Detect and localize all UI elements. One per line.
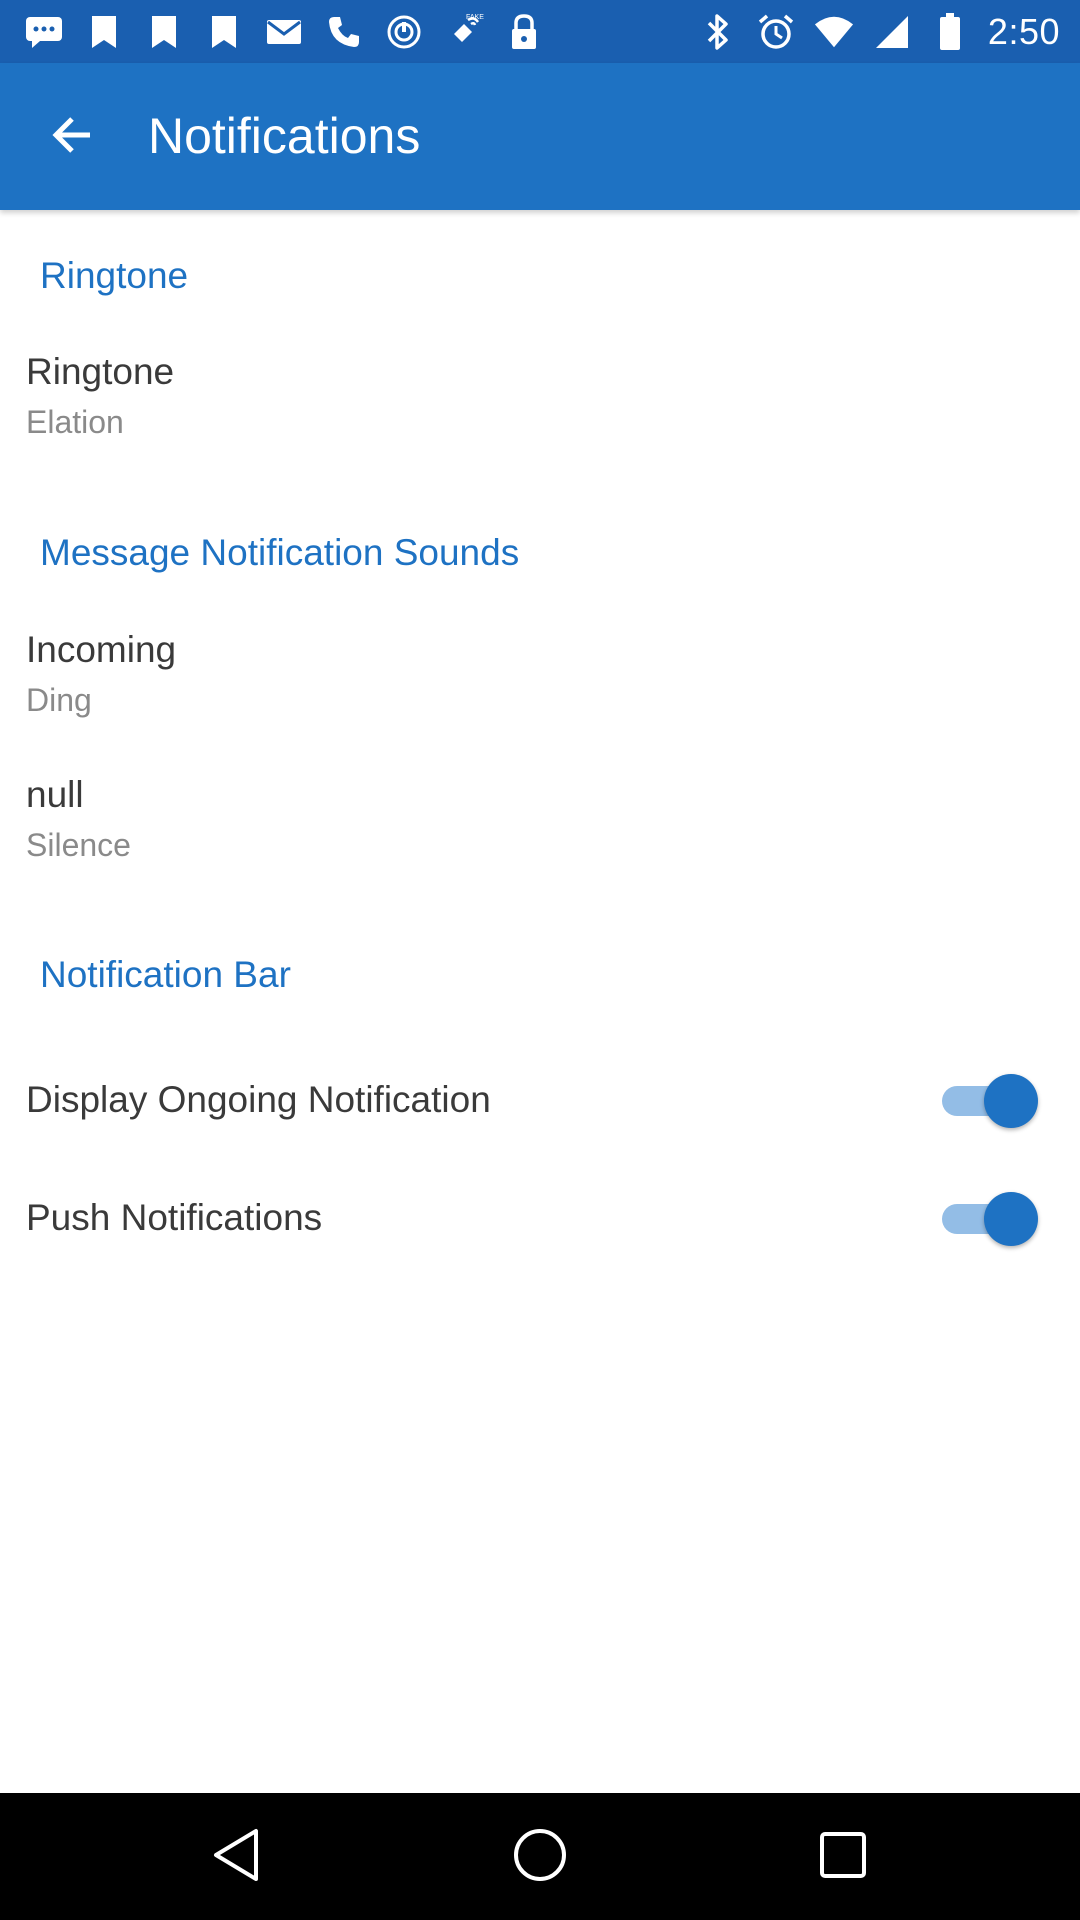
pref-display-ongoing-notification[interactable]: Display Ongoing Notification xyxy=(0,1050,1080,1150)
switch-thumb xyxy=(984,1074,1038,1128)
status-notification-icons: FAKE xyxy=(24,12,544,52)
nav-back-button[interactable] xyxy=(200,1821,272,1893)
pref-title: Push Notifications xyxy=(26,1197,323,1238)
fake-gps-icon: FAKE xyxy=(444,12,484,52)
pref-title: Display Ongoing Notification xyxy=(26,1079,491,1120)
phone-icon xyxy=(324,12,364,52)
lock-icon xyxy=(504,12,544,52)
pref-summary: Ding xyxy=(26,682,92,718)
nav-recents-button[interactable] xyxy=(807,1821,879,1893)
sync-icon xyxy=(384,12,424,52)
messages-icon xyxy=(24,12,64,52)
push-notifications-switch[interactable] xyxy=(934,1188,1044,1248)
bookmark-icon xyxy=(84,12,124,52)
pref-summary: Silence xyxy=(26,827,131,863)
bluetooth-icon xyxy=(698,12,738,52)
arrow-left-icon xyxy=(48,111,96,164)
pref-null-sound[interactable]: null Silence xyxy=(0,773,1080,903)
status-time: 2:50 xyxy=(987,11,1060,52)
pref-push-notifications[interactable]: Push Notifications xyxy=(0,1168,1080,1268)
alarm-icon xyxy=(756,12,796,52)
status-bar: FAKE 2:50 xyxy=(0,0,1080,63)
pref-title: Ringtone xyxy=(26,351,175,392)
bookmark-icon xyxy=(144,12,184,52)
settings-list: Ringtone Ringtone Elation Message Notifi… xyxy=(0,210,1080,1793)
battery-icon xyxy=(930,12,970,52)
home-circle-icon xyxy=(512,1827,568,1888)
pref-title: null xyxy=(26,774,84,815)
svg-text:FAKE: FAKE xyxy=(466,14,484,21)
wifi-icon xyxy=(814,12,854,52)
back-triangle-icon xyxy=(210,1827,262,1888)
pref-incoming[interactable]: Incoming Ding xyxy=(0,628,1080,758)
pref-title: Incoming xyxy=(26,629,177,670)
bookmark-icon xyxy=(204,12,244,52)
back-button[interactable] xyxy=(36,101,108,173)
page-title: Notifications xyxy=(148,108,421,164)
app-bar: Notifications xyxy=(0,63,1080,210)
signal-icon xyxy=(872,12,912,52)
mail-icon xyxy=(264,12,304,52)
recents-square-icon xyxy=(818,1830,868,1885)
navigation-bar xyxy=(0,1793,1080,1920)
pref-summary: Elation xyxy=(26,404,124,440)
nav-home-button[interactable] xyxy=(504,1821,576,1893)
section-header-message-sounds: Message Notification Sounds xyxy=(40,532,520,573)
pref-ringtone[interactable]: Ringtone Elation xyxy=(0,350,1080,480)
section-header-notification-bar: Notification Bar xyxy=(40,954,291,995)
display-ongoing-notification-switch[interactable] xyxy=(934,1070,1044,1130)
status-system-icons: 2:50 xyxy=(698,10,1060,54)
section-header-ringtone: Ringtone xyxy=(40,255,189,296)
switch-thumb xyxy=(984,1192,1038,1246)
